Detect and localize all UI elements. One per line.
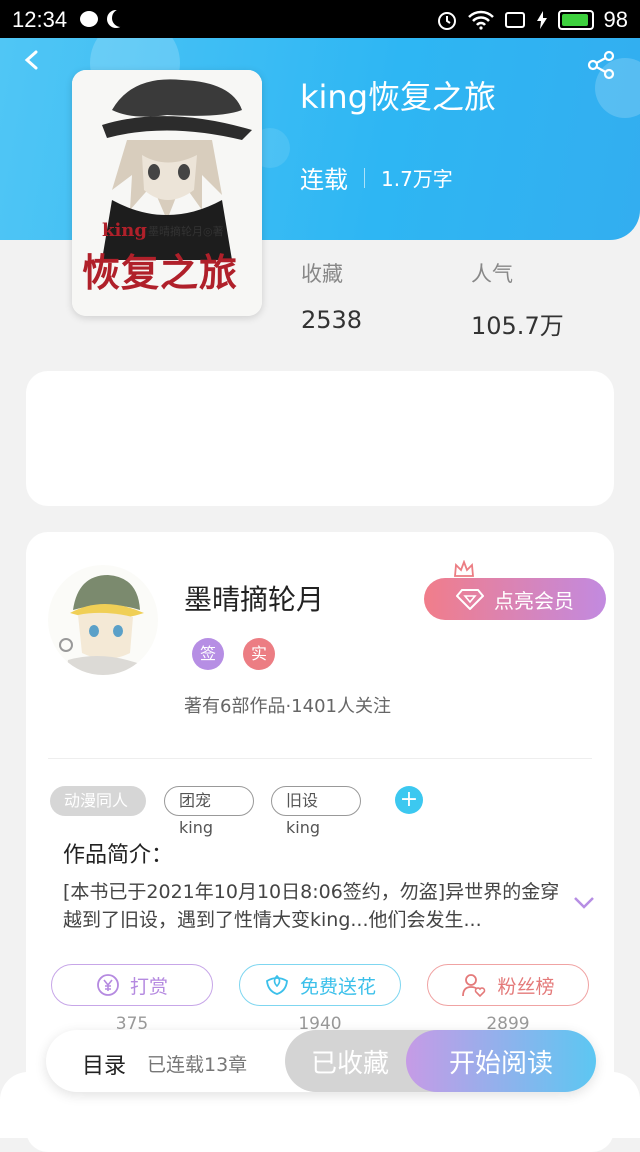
stat-value: 105.7万	[471, 312, 564, 340]
favorite-label: 已收藏	[310, 1048, 389, 1079]
status-time: 12:34	[12, 7, 68, 32]
author-avatar[interactable]	[48, 565, 158, 675]
intro-text: [本书已于2021年10月10日8:06签约，勿盗]异世界的金穿越到了旧设，遇到…	[63, 881, 560, 931]
tag-item[interactable]: 旧设king	[271, 786, 361, 837]
tip-button[interactable]: 打赏	[51, 964, 213, 1006]
stat-value: 2538	[301, 306, 363, 334]
toc-button[interactable]: 目录	[82, 1048, 126, 1080]
author-meta: 著有6部作品·1401人关注	[184, 696, 391, 717]
verified-badge: 实	[243, 638, 275, 670]
screen-icon	[504, 12, 525, 28]
author-name[interactable]: 墨晴摘轮月	[184, 578, 324, 618]
chapter-count: 已连载13章	[147, 1054, 248, 1076]
share-icon[interactable]	[586, 50, 616, 80]
moon-icon	[112, 9, 130, 27]
avatar-illustration	[48, 565, 158, 675]
blank-card	[26, 371, 614, 506]
book-status-row: 连载 1.7万字	[300, 160, 453, 195]
add-tag-button[interactable]: +	[395, 786, 423, 814]
cover-title-text: 恢复之旅	[82, 250, 239, 295]
alarm-icon	[437, 12, 456, 30]
fan-rank-label: 粉丝榜	[497, 975, 555, 998]
stat-label: 人气	[471, 262, 513, 286]
status-divider	[364, 167, 365, 188]
book-cover[interactable]: king 墨晴摘轮月◎著 恢复之旅	[72, 70, 262, 316]
flower-icon	[266, 974, 288, 995]
tag-category[interactable]: 动漫同人	[50, 786, 146, 816]
cover-author-text: 墨晴摘轮月◎著	[148, 225, 224, 238]
stat-favorites: 收藏 2538	[301, 258, 362, 334]
serial-status: 连载	[300, 166, 348, 194]
vip-button-label: 点亮会员	[494, 588, 574, 613]
send-flower-label: 免费送花	[299, 975, 376, 998]
signed-badge: 签	[192, 638, 224, 670]
charging-icon	[536, 11, 547, 29]
battery-icon	[557, 10, 594, 30]
fan-rank-button[interactable]: 粉丝榜	[427, 964, 589, 1006]
stat-popularity: 人气 105.7万	[471, 258, 564, 341]
word-count: 1.7万字	[381, 167, 453, 191]
crown-icon	[454, 560, 474, 577]
start-reading-button[interactable]: 开始阅读	[406, 1030, 596, 1092]
battery-level: 98	[603, 7, 628, 32]
divider	[48, 758, 592, 759]
vip-button[interactable]: 点亮会员	[424, 578, 606, 620]
start-reading-label: 开始阅读	[448, 1048, 553, 1079]
yen-coin-icon	[97, 974, 119, 996]
user-heart-icon	[462, 974, 486, 998]
intro-title: 作品简介：	[63, 843, 174, 868]
stat-label: 收藏	[301, 262, 343, 286]
send-flower-button[interactable]: 免费送花	[239, 964, 401, 1006]
wifi-icon	[467, 10, 494, 30]
diamond-icon	[456, 589, 484, 610]
status-bar: 12:34 98	[0, 0, 640, 38]
back-icon[interactable]	[22, 50, 42, 70]
message-icon	[80, 11, 98, 27]
tag-item[interactable]: 团宠king	[164, 786, 254, 837]
chevron-down-icon[interactable]	[573, 896, 595, 910]
book-title: king恢复之旅	[300, 78, 497, 116]
tip-label: 打赏	[129, 975, 168, 998]
cover-latin-text: king	[102, 220, 147, 241]
